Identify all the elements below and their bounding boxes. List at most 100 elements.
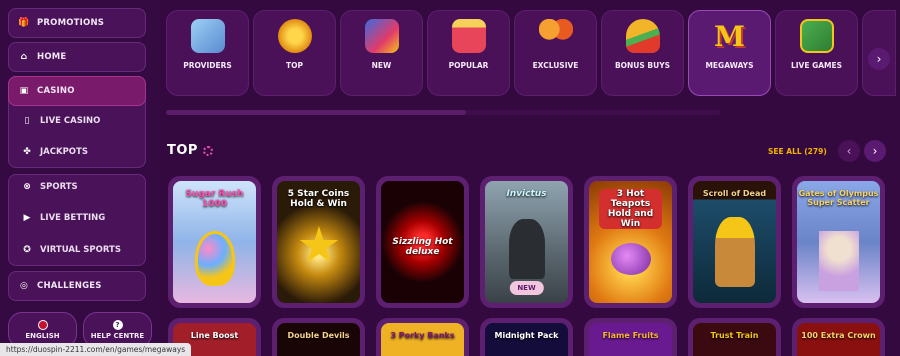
game-tile[interactable]: Invictus NEW [480,176,573,308]
scroll-thumb[interactable] [166,110,466,115]
sidebar-item-challenges[interactable]: ◎ CHALLENGES [8,271,146,301]
category-megaways[interactable]: M MEGAWAYS [688,10,771,96]
game-thumbnail: Scroll of Dead [693,181,776,303]
sidebar-item-jackpots[interactable]: ✤ JACKPOTS [8,139,146,165]
game-title: Double Devils [287,331,350,340]
help-icon: ? [112,320,123,330]
game-tile[interactable]: 5 Star Coins Hold & Win [272,176,365,308]
zeus-art [819,231,859,291]
game-thumbnail: 5 Star Coins Hold & Win [277,181,360,303]
sidebar-item-sports[interactable]: ⊗ SPORTS [8,174,146,200]
game-title: Sizzling Hot deluxe [392,237,453,257]
category-label: BONUS BUYS [614,61,671,70]
game-tile[interactable]: Sizzling Hot deluxe [376,176,469,308]
category-top[interactable]: TOP [253,10,336,96]
game-title: 3 Hot Teapots Hold and Win [599,189,662,229]
sidebar-item-label: LIVE BETTING [40,213,106,223]
carousel-next-button[interactable]: › [864,140,886,162]
game-title: 100 Extra Crown [801,331,876,340]
sidebar-item-label: CHALLENGES [37,281,102,291]
game-tile[interactable]: Trust Train [688,318,781,356]
clover-icon: ✤ [23,147,31,157]
pharaoh-art [715,217,755,287]
gift-icon: 🎁 [18,18,30,28]
game-tile[interactable]: Gates of Olympus Super Scatter [792,176,885,308]
phone-icon: ▯ [24,116,30,126]
category-label: MEGAWAYS [705,61,754,70]
category-providers[interactable]: PROVIDERS [166,10,249,96]
category-new[interactable]: NEW [340,10,423,96]
category-label: TOP [286,61,303,70]
game-thumbnail: Flame Fruits [589,323,672,356]
game-title: Gates of Olympus Super Scatter [798,189,879,207]
sidebar-item-live-casino[interactable]: ▯ LIVE CASINO [8,108,146,134]
uk-flag-icon [37,320,48,330]
category-label: POPULAR [448,61,489,70]
category-label: NEW [371,61,392,70]
maracas-icon [538,19,573,53]
game-thumbnail: Sugar Rush 1000 [173,181,256,303]
sidebar-item-label: HOME [37,52,67,62]
cards-icon [799,19,834,53]
sidebar-item-promotions[interactable]: 🎁 PROMOTIONS [8,8,146,38]
category-scrollbar[interactable] [166,110,720,115]
section-title-text: TOP [167,143,198,158]
target-icon: ◎ [19,281,29,291]
sidebar-item-live-betting[interactable]: ▶ LIVE BETTING [8,205,146,231]
chevron-left-icon: ‹ [846,144,852,158]
help-label: HELP CENTRE [90,332,145,340]
sidebar-item-label: CASINO [37,86,75,96]
game-tile[interactable]: Scroll of Dead [688,176,781,308]
category-live-games[interactable]: LIVE GAMES [775,10,858,96]
carousel-prev-button[interactable]: ‹ [838,140,860,162]
game-thumbnail: 3 Porky Banks [381,323,464,356]
sidebar-item-label: PROMOTIONS [37,18,105,28]
game-thumbnail: Double Devils [277,323,360,356]
sidebar-item-home[interactable]: ⌂ HOME [8,42,146,72]
sparkle-icon [202,145,213,156]
star-art [299,226,339,263]
game-tile[interactable]: 3 Porky Banks [376,318,469,356]
category-bonus-buys[interactable]: BONUS BUYS [601,10,684,96]
home-icon: ⌂ [20,52,28,62]
category-popular[interactable]: POPULAR [427,10,510,96]
sidebar-item-label: JACKPOTS [40,147,88,157]
slot-machine-icon: ▣ [19,86,29,96]
sidebar-item-virtual-sports[interactable]: ✪ VIRTUAL SPORTS [8,237,146,263]
game-title: Line Boost [190,331,239,340]
sidebar-item-label: VIRTUAL SPORTS [40,245,121,255]
game-title: 5 Star Coins Hold & Win [287,189,350,209]
candy-egg-art [195,231,235,286]
sidebar-item-label: LIVE CASINO [40,116,101,126]
game-tile[interactable]: Sugar Rush 1000 [168,176,261,308]
game-tile[interactable]: Flame Fruits [584,318,677,356]
game-thumbnail: Invictus NEW [485,181,568,303]
game-tile[interactable]: Midnight Pack [480,318,573,356]
see-all-link[interactable]: SEE ALL (279) [768,147,827,156]
game-tile[interactable]: Double Devils [272,318,365,356]
chevron-right-icon: › [872,144,878,158]
game-thumbnail: Sizzling Hot deluxe [381,181,464,303]
game-thumbnail: Trust Train [693,323,776,356]
category-exclusive[interactable]: EXCLUSIVE [514,10,597,96]
category-next-button[interactable]: › [868,48,890,70]
ball-icon: ⊗ [23,182,31,192]
teapot-art [611,243,651,275]
providers-icon [190,19,225,53]
game-title: 3 Porky Banks [390,331,455,340]
taco-icon [625,19,660,53]
game-title: Midnight Pack [494,331,559,340]
game-title: Flame Fruits [602,331,659,340]
sidebar-item-label: SPORTS [40,182,78,192]
game-tile[interactable]: 100 Extra Crown [792,318,885,356]
game-title: Invictus [506,189,547,199]
category-bar: PROVIDERS TOP NEW POPULAR EXCLUSIVE BONU… [166,10,896,96]
browser-status-url: https://duospin-2211.com/en/games/megawa… [0,343,192,356]
category-label: PROVIDERS [183,61,232,70]
game-title: Scroll of Dead [702,189,767,198]
game-tile[interactable]: 3 Hot Teapots Hold and Win [584,176,677,308]
game-thumbnail: 100 Extra Crown [797,323,880,356]
new-badge: NEW [509,281,544,295]
game-title: Sugar Rush 1000 [185,189,244,209]
sidebar-item-casino[interactable]: ▣ CASINO [8,76,146,106]
